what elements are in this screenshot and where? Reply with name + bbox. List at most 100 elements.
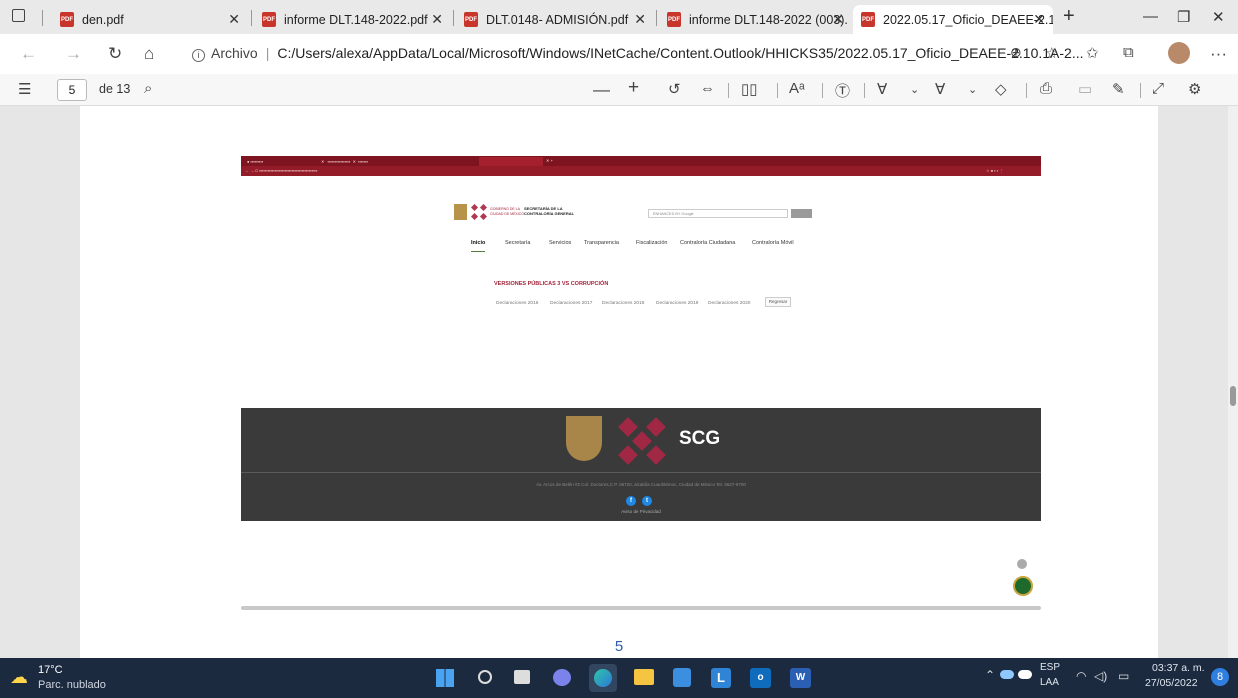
home-icon[interactable]: ⌂ xyxy=(144,44,154,64)
store-icon[interactable] xyxy=(673,668,691,687)
favorite-star-icon[interactable]: ☆ xyxy=(1045,44,1058,62)
close-icon[interactable]: ✕ xyxy=(832,11,844,28)
chevron-up-icon[interactable]: ⌃ xyxy=(985,668,995,682)
declaraciones-2016-link[interactable]: Declaraciones 2016 xyxy=(496,301,538,306)
url-field[interactable]: i Archivo | C:/Users/alexa/AppData/Local/Mi… xyxy=(192,45,1084,62)
tab-informe-003[interactable]: PDF informe DLT.148-2022 (003). ✕ xyxy=(659,5,852,34)
chat-icon[interactable] xyxy=(553,669,571,686)
zoom-out-icon[interactable]: — xyxy=(593,80,610,100)
battery-icon[interactable]: ▭ xyxy=(1118,669,1129,683)
privacy-link[interactable]: Aviso de Privacidad xyxy=(241,509,1041,514)
site-nav-fiscalizacion[interactable]: Fiscalización xyxy=(636,240,667,246)
declaraciones-2020-link[interactable]: Declaraciones 2020 xyxy=(708,301,750,306)
page-view-icon[interactable]: ▯▯ xyxy=(741,80,758,98)
tab-oficio[interactable]: PDF 2022.05.17_Oficio_DEAEE-2.1 ✕ xyxy=(853,5,1053,34)
chevron-down-icon[interactable]: ⌄ xyxy=(910,83,919,96)
close-window-icon[interactable]: ✕ xyxy=(1212,8,1225,26)
new-tab-icon[interactable]: + xyxy=(1063,5,1075,28)
close-icon[interactable]: ✕ xyxy=(431,11,443,28)
keyboard-layout-label[interactable]: LAA xyxy=(1040,677,1059,688)
language-label[interactable]: ESP xyxy=(1040,662,1060,673)
table-of-contents-icon[interactable]: ☰ xyxy=(18,80,31,98)
wifi-icon[interactable]: ◠ xyxy=(1076,669,1086,683)
scroll-up-icon[interactable] xyxy=(1017,559,1027,569)
settings-gear-icon[interactable]: ⚙ xyxy=(1188,80,1201,98)
file-explorer-icon[interactable] xyxy=(634,669,654,685)
tab-informe[interactable]: PDF informe DLT.148-2022.pdf ✕ xyxy=(254,5,451,34)
close-icon[interactable]: ✕ xyxy=(634,11,646,28)
tab-den[interactable]: PDF den.pdf ✕ xyxy=(52,5,248,34)
refresh-icon[interactable]: ↻ xyxy=(108,44,122,64)
collections-icon[interactable]: ⧉ xyxy=(1123,44,1134,61)
rotate-icon[interactable]: ↺ xyxy=(668,80,681,98)
outlook-icon[interactable]: o xyxy=(750,668,771,688)
site-nav-servicios[interactable]: Servicios xyxy=(549,240,571,246)
task-view-icon[interactable] xyxy=(514,670,530,684)
embedded-browser-address: ← → C ▪▪▪▪▪▪▪▪▪▪▪▪▪▪▪▪▪▪▪▪▪▪▪▪▪▪▪▪▪▪▪▪▪▪… xyxy=(241,166,1041,176)
site-nav-contraloria-ciudadana[interactable]: Contraloría Ciudadana xyxy=(680,240,735,246)
more-icon[interactable]: ··· xyxy=(1210,44,1227,64)
twitter-icon[interactable]: t xyxy=(642,496,652,506)
site-nav-contraloria-movil[interactable]: Contraloría Móvil xyxy=(752,240,794,246)
minimize-icon[interactable]: — xyxy=(1143,8,1158,25)
tab-admision[interactable]: PDF DLT.0148- ADMISIÓN.pdf ✕ xyxy=(456,5,654,34)
eraser-icon[interactable]: ◇ xyxy=(995,80,1007,98)
site-search-input[interactable]: ENHANCED BY Google xyxy=(648,209,788,218)
volume-icon[interactable]: ◁) xyxy=(1094,669,1107,683)
print-icon[interactable]: ⎙ xyxy=(1040,80,1052,97)
vertical-scrollbar[interactable] xyxy=(1228,106,1238,658)
edge-icon[interactable] xyxy=(589,664,617,692)
declaraciones-2017-link[interactable]: Declaraciones 2017 xyxy=(550,301,592,306)
notification-badge[interactable]: 8 xyxy=(1211,668,1229,686)
text-icon[interactable]: Ⓣ xyxy=(835,80,850,101)
gov-line1: GOBIERNO DE LA xyxy=(490,207,520,211)
tab-actions-icon[interactable] xyxy=(12,9,25,22)
weather-icon[interactable]: ☁ xyxy=(10,667,28,688)
weather-description[interactable]: Parc. nublado xyxy=(38,679,106,691)
cloud-icon[interactable] xyxy=(1018,670,1032,679)
close-icon[interactable]: ✕ xyxy=(228,11,240,28)
zoom-icon[interactable]: ⊕ xyxy=(1010,44,1022,61)
favorites-icon[interactable]: ✩ xyxy=(1086,44,1099,62)
clock-time[interactable]: 03:37 a. m. xyxy=(1152,662,1205,674)
onedrive-icon[interactable] xyxy=(1000,670,1014,679)
start-icon[interactable] xyxy=(436,669,454,687)
page-number-input[interactable]: 5 xyxy=(57,79,87,101)
declaraciones-2018-link[interactable]: Declaraciones 2018 xyxy=(602,301,644,306)
site-nav-transparencia[interactable]: Transparencia xyxy=(584,240,619,246)
read-aloud-icon[interactable]: Aᵃ xyxy=(789,80,805,97)
accessibility-icon[interactable] xyxy=(1013,576,1033,596)
restore-icon[interactable]: ❐ xyxy=(1177,8,1190,26)
fit-page-icon[interactable]: ⇔ xyxy=(700,80,715,97)
weather-temperature[interactable]: 17°C xyxy=(38,664,63,676)
forward-icon[interactable]: → xyxy=(65,44,82,64)
site-nav-inicio[interactable]: Inicio xyxy=(471,240,486,252)
chevron-down-icon[interactable]: ⌄ xyxy=(968,83,977,96)
declaraciones-2019-link[interactable]: Declaraciones 2019 xyxy=(656,301,698,306)
taskbar: ☁ 17°C Parc. nublado L o W ⌃ ESP LAA ◠ ◁… xyxy=(0,658,1238,698)
l-app-icon[interactable]: L xyxy=(711,668,731,688)
draw-icon[interactable]: ∀ xyxy=(877,80,887,98)
site-search-button[interactable] xyxy=(791,209,812,218)
scrollbar-thumb[interactable] xyxy=(1230,386,1236,406)
word-icon[interactable]: W xyxy=(790,668,811,688)
save-icon[interactable]: ▭ xyxy=(1078,80,1092,98)
site-nav-secretaria[interactable]: Secretaría xyxy=(505,240,530,246)
zoom-in-icon[interactable]: + xyxy=(628,77,639,99)
fullscreen-icon[interactable]: ⤢ xyxy=(1152,80,1164,97)
clock-date[interactable]: 27/05/2022 xyxy=(1145,677,1198,689)
back-icon[interactable]: ← xyxy=(20,44,37,64)
pdf-page: ● ▪▪▪▪▪▪▪▪▪ ✕ ▪▪▪▪▪▪▪▪▪▪▪▪▪▪▪▪ ✕ ▪▪▪▪▪▪▪… xyxy=(80,106,1158,658)
tab-label: den.pdf xyxy=(82,12,124,27)
pdf-icon: PDF xyxy=(464,12,478,27)
search-icon[interactable]: ⌕ xyxy=(144,80,152,97)
facebook-icon[interactable]: f xyxy=(626,496,636,506)
save-as-icon[interactable]: ✎ xyxy=(1112,80,1125,98)
search-icon[interactable] xyxy=(478,670,492,684)
secretaria-line2: CONTRALORÍA GENERAL xyxy=(524,211,575,216)
highlight-icon[interactable]: ∀ xyxy=(935,80,945,98)
close-icon[interactable]: ✕ xyxy=(1033,11,1045,28)
avatar[interactable] xyxy=(1168,42,1190,64)
embedded-horizontal-scrollbar xyxy=(241,606,1041,610)
back-button[interactable]: Regresar xyxy=(765,297,791,307)
